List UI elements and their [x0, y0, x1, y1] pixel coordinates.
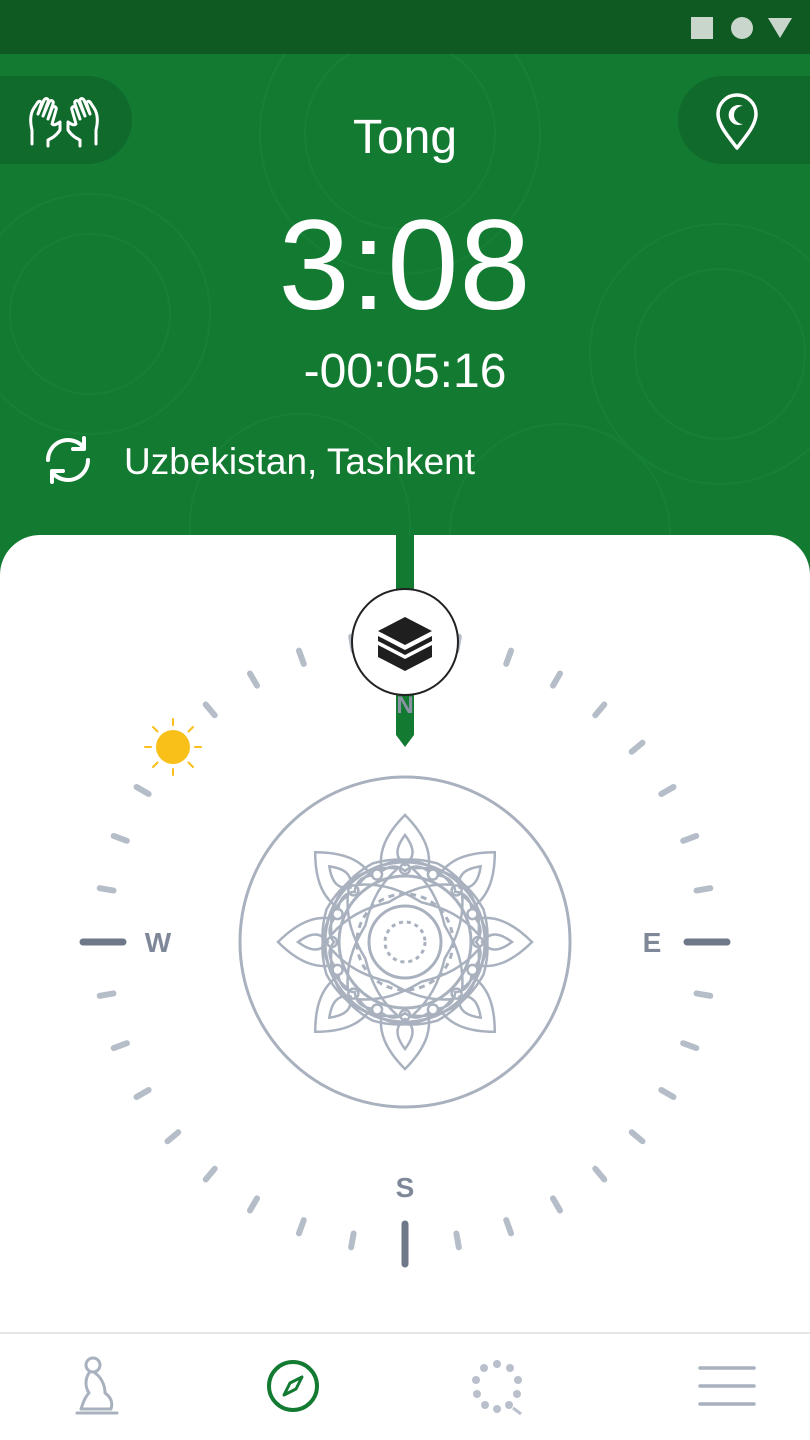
prayer-header: Tong 3:08 -00:05:16 Uzbekistan, Tashkent — [0, 54, 810, 574]
mandala-dot — [347, 884, 360, 897]
compass-tick — [348, 1230, 357, 1251]
mandala-dot — [466, 963, 479, 977]
status-bar — [0, 0, 810, 54]
compass-tick — [110, 832, 130, 844]
mandala-dot — [466, 907, 479, 921]
compass-tick — [693, 885, 714, 894]
nav-tasbih[interactable] — [432, 1334, 562, 1440]
compass-tick — [295, 1217, 307, 1237]
compass-tick — [550, 670, 563, 689]
compass-tick — [680, 1040, 700, 1052]
mandala-dot — [347, 987, 360, 1000]
compass-tick — [133, 784, 152, 797]
triangle-icon — [766, 16, 794, 45]
prayer-name: Tong — [352, 111, 458, 164]
mandala-dot — [426, 868, 440, 881]
mandala-petal-inner — [457, 864, 483, 890]
mandala-dot — [370, 868, 384, 881]
compass-tick — [96, 885, 117, 894]
compass-tick — [133, 1087, 152, 1100]
location-row[interactable]: Uzbekistan, Tashkent — [40, 434, 475, 490]
bottom-navigation — [0, 1332, 810, 1440]
compass-tick — [592, 701, 608, 719]
circle-icon — [730, 16, 754, 45]
mandala-dot — [331, 963, 344, 977]
compass-tick — [453, 1230, 462, 1251]
compass-east-label: E — [643, 927, 662, 958]
nav-prayer[interactable] — [32, 1334, 162, 1440]
qibla-compass[interactable]: N E S W — [0, 535, 810, 1335]
compass-tick — [503, 647, 515, 667]
compass-tick — [295, 647, 307, 667]
mandala-petal-inner — [457, 994, 483, 1020]
compass-tick — [202, 701, 218, 719]
compass-west-label: W — [145, 927, 172, 958]
tasbih-icon — [467, 1356, 527, 1421]
location-label: Uzbekistan, Tashkent — [124, 441, 476, 482]
compass-tick — [202, 1165, 218, 1183]
compass-tick — [680, 832, 700, 844]
mandala-dot — [450, 884, 463, 897]
mandala-dot — [331, 907, 344, 921]
compass-tick — [628, 1129, 646, 1145]
compass-tick — [247, 1195, 260, 1214]
prayer-countdown: -00:05:16 — [303, 345, 507, 398]
prayer-time: 3:08 — [278, 194, 532, 337]
compass-north-label: N — [396, 692, 413, 719]
menu-icon — [697, 1364, 757, 1413]
compass-tick — [96, 990, 117, 999]
prayer-person-icon — [75, 1355, 119, 1422]
kaaba-icon — [351, 588, 459, 696]
compass-icon — [265, 1358, 321, 1419]
mandala-petal-inner — [327, 994, 353, 1020]
refresh-icon[interactable] — [40, 434, 96, 491]
nav-qibla[interactable] — [228, 1334, 358, 1440]
compass-tick — [503, 1217, 515, 1237]
compass-tick — [658, 1087, 677, 1100]
compass-tick — [164, 1129, 182, 1145]
compass-tick — [658, 784, 677, 797]
compass-tick — [592, 1165, 608, 1183]
mandala-dot — [450, 987, 463, 1000]
compass-tick — [628, 739, 646, 755]
nav-menu[interactable] — [662, 1334, 792, 1440]
square-icon — [690, 16, 714, 45]
mandala-ornament — [238, 775, 572, 1109]
mandala-dot — [426, 1003, 440, 1016]
compass-tick — [550, 1195, 563, 1214]
compass-tick — [247, 670, 260, 689]
compass-south-label: S — [396, 1172, 415, 1203]
mandala-petal-inner — [327, 864, 353, 890]
compass-tick — [110, 1040, 130, 1052]
sun-icon — [144, 718, 202, 776]
compass-tick — [693, 990, 714, 999]
mandala-dot — [370, 1003, 384, 1016]
